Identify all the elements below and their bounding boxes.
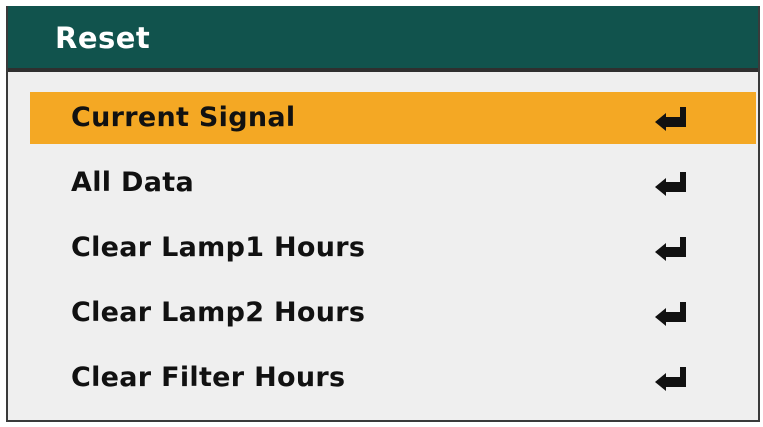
- menu-item-all-data[interactable]: All Data: [30, 157, 756, 209]
- menu-item-label: Clear Lamp2 Hours: [71, 297, 366, 328]
- menu-item-clear-filter-hours[interactable]: Clear Filter Hours: [30, 352, 756, 404]
- menu-item-label: All Data: [71, 167, 194, 198]
- menu-item-label: Clear Lamp1 Hours: [71, 232, 366, 263]
- menu-title-bar: Reset: [8, 6, 758, 72]
- menu-item-label: Clear Filter Hours: [71, 362, 346, 393]
- menu-title: Reset: [55, 21, 151, 55]
- menu-item-current-signal[interactable]: Current Signal: [30, 92, 756, 144]
- menu-item-label: Current Signal: [71, 102, 296, 133]
- enter-icon: [653, 365, 691, 391]
- reset-menu: Reset Current Signal All Data Clear Lamp…: [6, 6, 760, 422]
- enter-icon: [653, 300, 691, 326]
- enter-icon: [653, 235, 691, 261]
- menu-item-clear-lamp1-hours[interactable]: Clear Lamp1 Hours: [30, 222, 756, 274]
- menu-item-clear-lamp2-hours[interactable]: Clear Lamp2 Hours: [30, 287, 756, 339]
- enter-icon: [653, 170, 691, 196]
- enter-icon: [653, 105, 691, 131]
